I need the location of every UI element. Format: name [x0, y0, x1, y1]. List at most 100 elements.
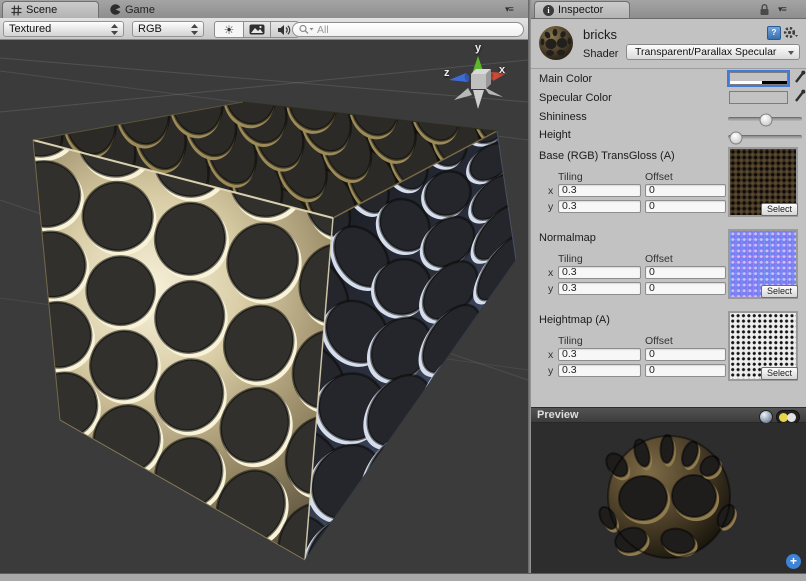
normalmap-offset-x-field[interactable]: 0	[645, 266, 726, 279]
scene-panel: Scene Game ▾≡ Textured RGB	[0, 0, 528, 573]
help-icon[interactable]: ?	[767, 26, 781, 40]
lighting-toggle-button[interactable]: ☀	[214, 21, 244, 38]
x-row-label: x	[548, 349, 553, 361]
search-icon	[299, 24, 314, 35]
shader-label: Shader	[583, 48, 618, 60]
offset-header: Offset	[645, 335, 673, 347]
search-input[interactable]: All	[292, 22, 524, 37]
gizmo-y-label[interactable]: y	[475, 42, 481, 54]
tab-game-label: Game	[125, 4, 155, 16]
gear-icon[interactable]	[783, 26, 798, 39]
shininess-label: Shininess	[539, 111, 587, 123]
height-slider-knob[interactable]	[730, 131, 743, 144]
main-color-alpha-fill	[730, 81, 762, 84]
inspector-panel: i Inspector ▾≡	[531, 0, 806, 573]
base-section-title: Base (RGB) TransGloss (A)	[539, 150, 675, 162]
info-icon: i	[543, 5, 554, 16]
gizmo-z-label[interactable]: z	[444, 67, 450, 79]
heightmap-tiling-x-field[interactable]: 0.3	[558, 348, 641, 361]
add-button[interactable]: +	[786, 554, 801, 569]
specular-color-swatch[interactable]	[729, 91, 788, 104]
heightmap-offset-x-field[interactable]: 0	[645, 348, 726, 361]
tiling-header: Tiling	[558, 171, 583, 183]
y-row-label: y	[548, 283, 553, 295]
draw-mode-label: Textured	[9, 23, 51, 35]
normalmap-offset-y-field[interactable]: 0	[645, 282, 726, 295]
color-mode-label: RGB	[138, 23, 162, 35]
normalmap-section-title: Normalmap	[539, 232, 596, 244]
material-ball-icon	[536, 23, 576, 63]
base-select-button[interactable]: Select	[761, 203, 798, 216]
lamp-off-icon	[787, 413, 796, 422]
scene-tabstrip: Scene Game ▾≡	[0, 0, 528, 19]
base-tiling-y-field[interactable]: 0.3	[558, 200, 641, 213]
eyedropper-icon[interactable]	[793, 89, 806, 104]
preview-canvas	[531, 423, 806, 573]
x-row-label: x	[548, 185, 553, 197]
scene-3d-canvas	[0, 40, 528, 573]
main-color-label: Main Color	[539, 73, 592, 85]
tab-scene[interactable]: Scene	[2, 1, 99, 18]
main-color-swatch[interactable]	[729, 72, 788, 85]
skybox-toggle-button[interactable]	[244, 21, 271, 38]
lock-icon[interactable]	[759, 3, 770, 16]
preview-header[interactable]: Preview	[531, 407, 806, 423]
base-offset-y-field[interactable]: 0	[645, 200, 726, 213]
game-icon	[110, 4, 121, 15]
divider	[531, 68, 806, 69]
preview-sphere-button[interactable]	[759, 410, 773, 424]
heightmap-select-button[interactable]: Select	[761, 367, 798, 380]
tiling-header: Tiling	[558, 253, 583, 265]
shader-dropdown[interactable]: Transparent/Parallax Specular	[626, 44, 800, 60]
specular-color-label: Specular Color	[539, 92, 612, 104]
eyedropper-icon[interactable]	[793, 70, 806, 85]
tab-inspector[interactable]: i Inspector	[534, 1, 630, 18]
material-name: bricks	[583, 27, 617, 42]
normalmap-tiling-x-field[interactable]: 0.3	[558, 266, 641, 279]
tab-inspector-label: Inspector	[558, 4, 603, 16]
main-color-alpha-strip	[730, 81, 787, 84]
normalmap-tiling-y-field[interactable]: 0.3	[558, 282, 641, 295]
heightmap-offset-y-field[interactable]: 0	[645, 364, 726, 377]
unity-editor-window: Scene Game ▾≡ Textured RGB	[0, 0, 806, 581]
inspector-tabstrip: i Inspector ▾≡	[531, 0, 806, 19]
normalmap-select-button[interactable]: Select	[761, 285, 798, 298]
preview-title: Preview	[537, 409, 579, 421]
gizmo-x-label[interactable]: x	[499, 64, 505, 76]
y-row-label: y	[548, 201, 553, 213]
heightmap-section-title: Heightmap (A)	[539, 314, 610, 326]
height-label: Height	[539, 129, 571, 141]
search-placeholder: All	[317, 24, 329, 36]
chevron-down-icon	[788, 51, 794, 55]
offset-header: Offset	[645, 253, 673, 265]
scene-panel-menu-icon[interactable]: ▾≡	[505, 4, 513, 15]
inspector-panel-menu-icon[interactable]: ▾≡	[778, 4, 786, 15]
sun-icon: ☀	[224, 25, 235, 35]
shader-value: Transparent/Parallax Specular	[635, 46, 776, 58]
height-slider[interactable]	[728, 135, 802, 139]
tab-scene-label: Scene	[26, 4, 57, 16]
updown-arrows-icon	[191, 24, 198, 35]
material-preview-sphere	[596, 435, 740, 561]
draw-mode-dropdown[interactable]: Textured	[3, 21, 124, 37]
shininess-slider[interactable]	[728, 117, 802, 121]
offset-header: Offset	[645, 171, 673, 183]
tiling-header: Tiling	[558, 335, 583, 347]
preview-lighting-toggle[interactable]	[776, 410, 800, 424]
base-offset-x-field[interactable]: 0	[645, 184, 726, 197]
shininess-slider-knob[interactable]	[759, 113, 772, 126]
x-row-label: x	[548, 267, 553, 279]
window-bottom-strip	[0, 573, 806, 581]
updown-arrows-icon	[111, 24, 118, 35]
tab-game[interactable]: Game	[102, 1, 198, 18]
scene-viewport[interactable]: y x z	[0, 40, 528, 573]
scene-toolbar: Textured RGB ☀	[0, 18, 528, 40]
heightmap-tiling-y-field[interactable]: 0.3	[558, 364, 641, 377]
image-icon	[249, 24, 265, 35]
speaker-icon	[277, 24, 292, 36]
y-row-label: y	[548, 365, 553, 377]
base-tiling-x-field[interactable]: 0.3	[558, 184, 641, 197]
textured-cube	[0, 63, 528, 573]
preview-area[interactable]: +	[531, 423, 806, 573]
color-mode-dropdown[interactable]: RGB	[132, 21, 204, 37]
